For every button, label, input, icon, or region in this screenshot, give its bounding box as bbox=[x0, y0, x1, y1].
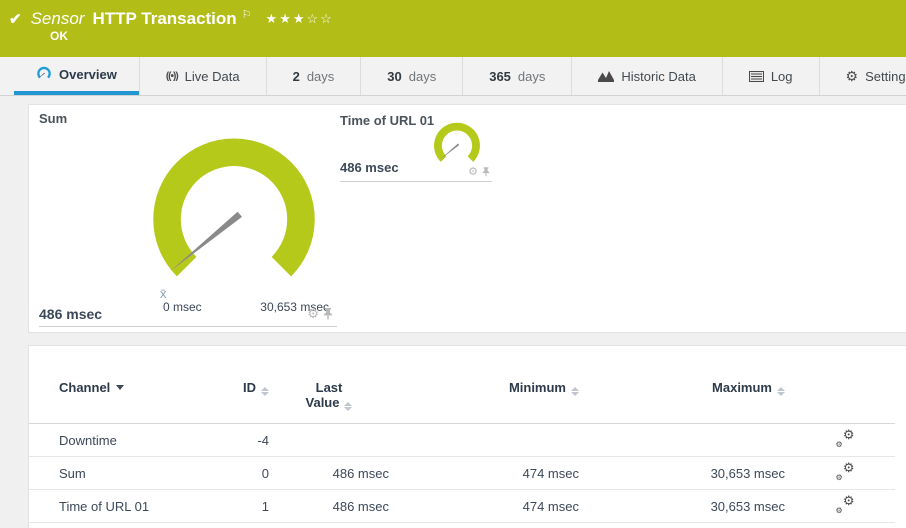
column-label: Value bbox=[306, 395, 340, 410]
priority-stars[interactable]: ★★★☆☆ bbox=[266, 11, 334, 27]
sensor-type-label: Sensor bbox=[31, 9, 85, 29]
cell-last-value: 486 msec bbox=[269, 490, 399, 523]
tab-bar: Overview ((•)) Live Data 2 days 30 days … bbox=[0, 57, 906, 96]
tab-label: Log bbox=[771, 69, 793, 84]
column-header-minimum[interactable]: Minimum bbox=[399, 380, 589, 424]
tab-label: Live Data bbox=[185, 69, 240, 84]
gear-icon: ⚙ bbox=[836, 506, 843, 515]
cell-channel: Downtime bbox=[29, 424, 241, 457]
cell-minimum bbox=[399, 424, 589, 457]
gauge-current-value: 486 msec bbox=[340, 160, 399, 175]
gauge-title: Sum bbox=[39, 111, 337, 126]
pin-icon[interactable] bbox=[323, 308, 333, 320]
sensor-header: ✔ Sensor HTTP Transaction ⚐ ★★★☆☆ OK bbox=[0, 0, 906, 57]
column-header-id[interactable]: ID bbox=[241, 380, 269, 424]
mini-gauge-body: 486 msec ⚙ bbox=[340, 136, 492, 182]
sort-icon bbox=[344, 402, 352, 411]
tab-historic-data[interactable]: Historic Data bbox=[571, 57, 721, 95]
column-header-actions bbox=[795, 380, 895, 424]
tab-settings[interactable]: ⚙ Settings bbox=[819, 57, 906, 95]
status-ok-check-icon: ✔ bbox=[9, 10, 22, 28]
content-area: Sum x̄ 0 msec 30,653 msec 486 msec ⚙ bbox=[0, 96, 906, 528]
column-header-maximum[interactable]: Maximum bbox=[589, 380, 795, 424]
sensor-title-row: ✔ Sensor HTTP Transaction ⚐ ★★★☆☆ bbox=[0, 0, 906, 29]
gauge-widget-actions: ⚙ bbox=[307, 306, 337, 322]
gear-icon: ⚙ bbox=[846, 68, 859, 85]
gauge-value-row: 486 msec ⚙ bbox=[39, 301, 337, 327]
tab-label: Historic Data bbox=[621, 69, 695, 84]
cell-channel: Sum bbox=[29, 457, 241, 490]
tab-label-suffix: days bbox=[307, 69, 334, 84]
cell-maximum: 30,653 msec bbox=[589, 490, 795, 523]
table-row-sum[interactable]: Sum 0 486 msec 474 msec 30,653 msec ⚙ ⚙ bbox=[29, 457, 895, 490]
sort-icon bbox=[777, 387, 785, 396]
cell-id: -4 bbox=[241, 424, 269, 457]
historic-chart-icon bbox=[598, 70, 614, 82]
column-label: Minimum bbox=[509, 380, 566, 395]
gear-icon[interactable]: ⚙ bbox=[468, 165, 478, 178]
channel-settings-icon[interactable]: ⚙ ⚙ bbox=[836, 463, 855, 480]
cell-maximum: 30,653 msec bbox=[589, 457, 795, 490]
tab-365-days[interactable]: 365 days bbox=[462, 57, 571, 95]
column-label: Maximum bbox=[712, 380, 772, 395]
gear-icon: ⚙ bbox=[836, 473, 843, 482]
table-header-row: Channel ID Last Value Minimum Maximum bbox=[29, 380, 895, 424]
table-row-downtime[interactable]: Downtime -4 ⚙ ⚙ bbox=[29, 424, 895, 457]
gauge-widget-sum: Sum x̄ 0 msec 30,653 msec 486 msec ⚙ bbox=[39, 111, 337, 327]
gear-icon: ⚙ bbox=[843, 493, 855, 509]
page-title: HTTP Transaction bbox=[92, 9, 236, 29]
tab-2-days[interactable]: 2 days bbox=[266, 57, 361, 95]
channel-settings-icon[interactable]: ⚙ ⚙ bbox=[836, 430, 855, 447]
gauge-widget-actions: ⚙ bbox=[468, 165, 490, 178]
gauge-current-value: 486 msec bbox=[39, 306, 102, 322]
tab-label-suffix: days bbox=[518, 69, 545, 84]
gauge-widget-time-of-url-01: Time of URL 01 486 msec ⚙ bbox=[340, 113, 492, 182]
gear-icon: ⚙ bbox=[843, 460, 855, 476]
cell-minimum: 474 msec bbox=[399, 490, 589, 523]
pin-icon[interactable] bbox=[482, 167, 490, 177]
tab-label-number: 30 bbox=[387, 69, 401, 84]
sort-icon bbox=[261, 387, 269, 396]
channel-settings-icon[interactable]: ⚙ ⚙ bbox=[836, 496, 855, 513]
average-marker: x̄ bbox=[160, 286, 167, 301]
tab-overview[interactable]: Overview bbox=[14, 57, 139, 95]
sum-gauge: x̄ bbox=[139, 129, 329, 319]
cell-minimum: 474 msec bbox=[399, 457, 589, 490]
tab-label-suffix: days bbox=[409, 69, 436, 84]
column-label: ID bbox=[243, 380, 256, 395]
tab-live-data[interactable]: ((•)) Live Data bbox=[139, 57, 266, 95]
cell-channel: Time of URL 01 bbox=[29, 490, 241, 523]
table-row-time-of-url-01[interactable]: Time of URL 01 1 486 msec 474 msec 30,65… bbox=[29, 490, 895, 523]
tab-30-days[interactable]: 30 days bbox=[360, 57, 462, 95]
gauges-panel: Sum x̄ 0 msec 30,653 msec 486 msec ⚙ bbox=[28, 104, 906, 333]
column-header-channel[interactable]: Channel bbox=[29, 380, 241, 424]
tab-log[interactable]: Log bbox=[722, 57, 819, 95]
tab-label: Overview bbox=[59, 67, 117, 82]
cell-id: 1 bbox=[241, 490, 269, 523]
flag-icon[interactable]: ⚐ bbox=[242, 8, 252, 21]
sort-icon bbox=[571, 387, 579, 396]
live-data-icon: ((•)) bbox=[166, 71, 178, 82]
column-label: Channel bbox=[59, 380, 110, 395]
status-badge: OK bbox=[50, 29, 68, 43]
cell-last-value bbox=[269, 424, 399, 457]
tab-label: Settings bbox=[865, 69, 906, 84]
cell-last-value: 486 msec bbox=[269, 457, 399, 490]
gauge-icon bbox=[36, 66, 52, 82]
cell-id: 0 bbox=[241, 457, 269, 490]
log-list-icon bbox=[749, 71, 764, 82]
gear-icon[interactable]: ⚙ bbox=[307, 306, 319, 322]
tab-label-number: 365 bbox=[489, 69, 511, 84]
channels-table: Channel ID Last Value Minimum Maximum bbox=[29, 380, 895, 523]
channels-panel: Channel ID Last Value Minimum Maximum bbox=[28, 345, 906, 528]
column-label: Last bbox=[269, 380, 389, 395]
column-header-last-value[interactable]: Last Value bbox=[269, 380, 399, 424]
gear-icon: ⚙ bbox=[843, 427, 855, 443]
gear-icon: ⚙ bbox=[836, 440, 843, 449]
cell-maximum bbox=[589, 424, 795, 457]
sort-desc-icon bbox=[116, 385, 124, 390]
tab-label-number: 2 bbox=[293, 69, 300, 84]
